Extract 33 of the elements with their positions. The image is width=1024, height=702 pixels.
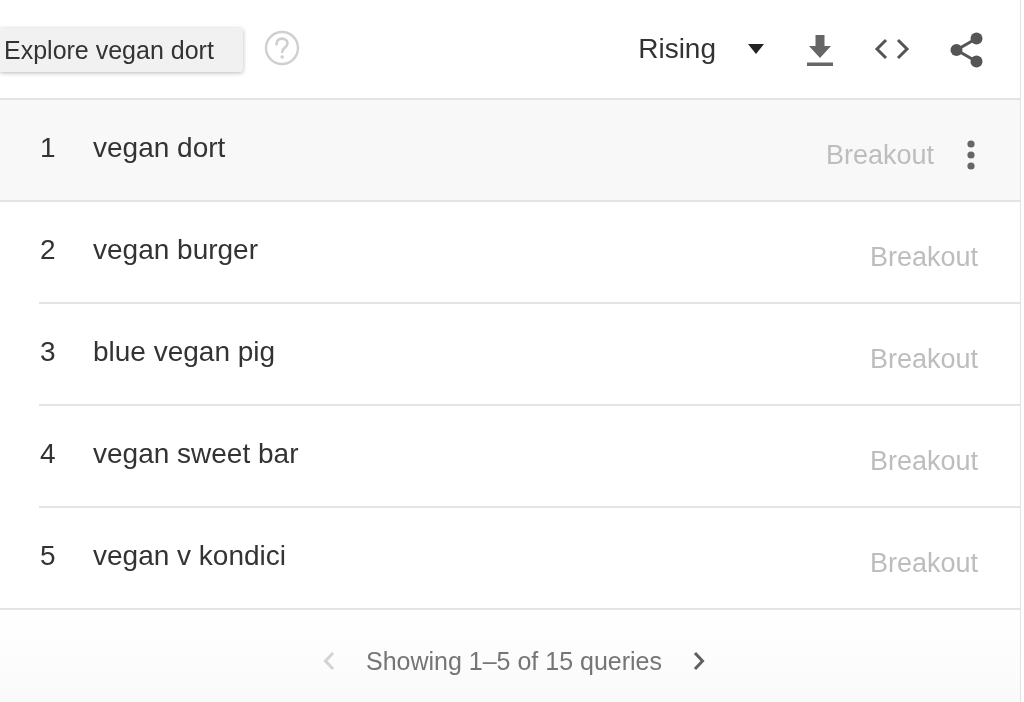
query-link[interactable]: vegan sweet bar	[93, 438, 299, 470]
share-icon	[950, 32, 983, 68]
query-row[interactable]: 4 vegan sweet bar Breakout	[39, 406, 1020, 508]
query-row[interactable]: 1 vegan dort Breakout	[0, 100, 1020, 202]
share-button[interactable]	[950, 32, 983, 68]
download-button[interactable]	[807, 34, 833, 66]
rank-number: 1	[39, 132, 57, 164]
tooltip: Explore vegan dort	[0, 28, 243, 72]
chevron-right-icon	[693, 651, 705, 671]
rank-number: 5	[39, 540, 57, 572]
rank-number: 3	[39, 336, 57, 368]
pagination-summary: Showing 1–5 of 15 queries	[365, 646, 662, 676]
growth-value: Breakout	[869, 241, 978, 273]
query-link[interactable]: vegan v kondici	[93, 540, 286, 572]
growth-value: Breakout	[869, 445, 978, 477]
growth-value: Breakout	[869, 343, 978, 375]
next-page-button[interactable]	[693, 651, 705, 671]
filter-dropdown[interactable]: Rising	[638, 29, 764, 69]
more-options-icon[interactable]	[967, 140, 975, 170]
rank-number: 2	[39, 234, 57, 266]
growth-value: Breakout	[825, 139, 934, 171]
query-row[interactable]: 2 vegan burger Breakout	[39, 202, 1020, 304]
query-link[interactable]: vegan dort	[93, 132, 226, 164]
download-icon	[807, 34, 833, 66]
chevron-left-icon	[322, 651, 335, 671]
growth-value: Breakout	[869, 547, 978, 579]
caret-icon	[748, 44, 764, 54]
query-link[interactable]: blue vegan pig	[93, 336, 276, 368]
code-icon	[874, 38, 910, 60]
query-row[interactable]: 3 blue vegan pig Breakout	[39, 304, 1020, 406]
embed-button[interactable]	[874, 38, 910, 60]
query-link[interactable]: vegan burger	[93, 234, 258, 266]
rank-number: 4	[39, 438, 57, 470]
